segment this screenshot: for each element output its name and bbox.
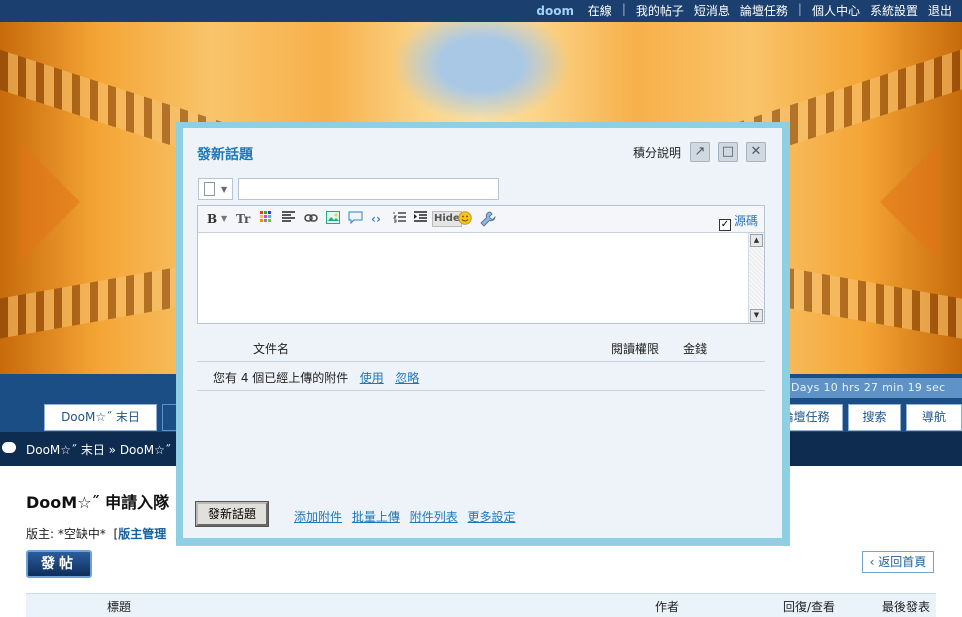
source-checkbox[interactable]: ✓ <box>718 219 731 231</box>
indent-icon[interactable] <box>414 211 427 227</box>
back-home-button[interactable]: ‹ 返回首頁 <box>862 551 934 573</box>
smiley-icon[interactable] <box>458 211 472 227</box>
col-author: 作者 <box>655 600 680 614</box>
dialog-title: 發新話題 <box>197 147 253 163</box>
attachment-header: 文件名 閱讀權限 金錢 <box>197 338 765 362</box>
bold-button[interactable]: B <box>207 211 217 227</box>
quote-icon[interactable] <box>348 211 363 227</box>
top-bar: doom 在線 | 我的帖子 短消息 論壇任務 | 個人中心 系統設置 退出 <box>0 0 962 22</box>
ordered-list-icon[interactable] <box>392 211 406 227</box>
attachment-notice-text: 您有 4 個已經上傳的附件 <box>213 371 349 385</box>
scroll-down-icon[interactable]: ▼ <box>750 309 763 322</box>
top-links: doom 在線 | 我的帖子 短消息 論壇任務 | 個人中心 系統設置 退出 <box>516 2 952 19</box>
more-settings-link[interactable]: 更多設定 <box>468 510 516 524</box>
score-help-link[interactable]: 積分說明 <box>633 144 681 161</box>
batch-upload-link[interactable]: 批量上傳 <box>352 510 400 524</box>
col-replies: 回復/查看 <box>783 600 836 614</box>
moderators-line: 版主: *空缺中* [版主管理 <box>26 525 166 542</box>
messages-link[interactable]: 短消息 <box>694 2 730 19</box>
chevron-down-icon[interactable]: ▼ <box>221 211 227 227</box>
popout-icon[interactable]: ↗ <box>690 142 710 162</box>
attachment-list-link[interactable]: 附件列表 <box>410 510 458 524</box>
chevron-left-icon: ‹ <box>869 555 879 569</box>
col-last-post: 最後發表 <box>882 600 931 614</box>
attachment-col-filename: 文件名 <box>253 342 290 356</box>
tab-navigation[interactable]: 導航 <box>906 404 962 431</box>
image-icon[interactable] <box>326 211 340 227</box>
attachment-col-price: 金錢 <box>683 342 708 356</box>
col-title: 標題 <box>107 600 132 614</box>
banner-chevron <box>880 142 940 262</box>
tab-search[interactable]: 搜索 <box>848 404 901 431</box>
chat-bubble-icon <box>2 442 16 453</box>
countdown-timer: Days 10 hrs 27 min 19 sec <box>787 378 962 398</box>
tab-forum-home[interactable]: DooM☆˝ 末日 <box>44 404 157 431</box>
separator: | <box>621 2 626 16</box>
new-post-button[interactable]: 發帖 <box>26 550 92 578</box>
separator: | <box>797 2 802 16</box>
editor-toolbar: B ▼ Tr ‹› Hide ✓ 源碼 <box>198 206 764 233</box>
add-attachment-link[interactable]: 添加附件 <box>294 510 342 524</box>
editor: B ▼ Tr ‹› Hide ✓ 源碼 ▲ ▼ <box>197 205 765 324</box>
close-icon[interactable]: ✕ <box>746 142 766 162</box>
code-icon[interactable]: ‹› <box>371 211 381 227</box>
scroll-up-icon[interactable]: ▲ <box>750 234 763 247</box>
my-posts-link[interactable]: 我的帖子 <box>636 2 684 19</box>
logout-link[interactable]: 退出 <box>928 2 952 19</box>
use-attachments-link[interactable]: 使用 <box>360 371 384 385</box>
back-home-label: 返回首頁 <box>878 555 927 569</box>
color-grid-icon[interactable] <box>260 211 272 227</box>
source-toggle[interactable]: ✓ 源碼 <box>718 212 758 231</box>
new-topic-dialog: 發新話題 積分說明 ↗ □ ✕ ▼ B ▼ Tr ‹› Hide ✓ 源碼 ▲ … <box>183 128 782 538</box>
attachment-col-read-perm: 閱讀權限 <box>611 342 660 356</box>
attachment-notice: 您有 4 個已經上傳的附件 使用 忽略 <box>197 362 765 391</box>
forum-title: DooM☆˝ 申請入隊 <box>26 493 170 512</box>
dialog-footer-links: 添加附件 批量上傳 附件列表 更多設定 <box>294 508 522 525</box>
breadcrumb[interactable]: DooM☆˝ 末日 » DooM☆˝ <box>26 441 171 458</box>
moderator-manage-link[interactable]: 版主管理 <box>118 527 166 541</box>
online-status: 在線 <box>587 4 612 18</box>
moderators-label: 版主: *空缺中* <box>26 527 106 541</box>
banner-chevron <box>20 142 80 262</box>
link-icon[interactable] <box>304 211 318 227</box>
thread-table-header: 標題 作者 回復/查看 最後發表 <box>26 593 936 617</box>
font-size-button[interactable]: Tr <box>236 211 250 227</box>
user-center-link[interactable]: 個人中心 <box>812 2 860 19</box>
maximize-icon[interactable]: □ <box>718 142 738 162</box>
wrench-icon[interactable] <box>480 211 496 227</box>
document-icon <box>204 182 215 196</box>
forum-tasks-link[interactable]: 論壇任務 <box>740 2 788 19</box>
ignore-attachments-link[interactable]: 忽略 <box>395 371 419 385</box>
post-icon-select[interactable]: ▼ <box>198 178 233 200</box>
subject-input[interactable] <box>238 178 499 200</box>
settings-link[interactable]: 系統設置 <box>870 2 918 19</box>
editor-scrollbar[interactable]: ▲ ▼ <box>748 233 764 323</box>
align-icon[interactable] <box>282 211 295 227</box>
chevron-down-icon: ▼ <box>221 185 228 194</box>
message-textarea[interactable] <box>198 233 748 323</box>
username-link[interactable]: doom 在線 <box>526 2 611 19</box>
submit-topic-button[interactable]: 發新話題 <box>196 502 268 526</box>
source-label: 源碼 <box>733 214 758 228</box>
